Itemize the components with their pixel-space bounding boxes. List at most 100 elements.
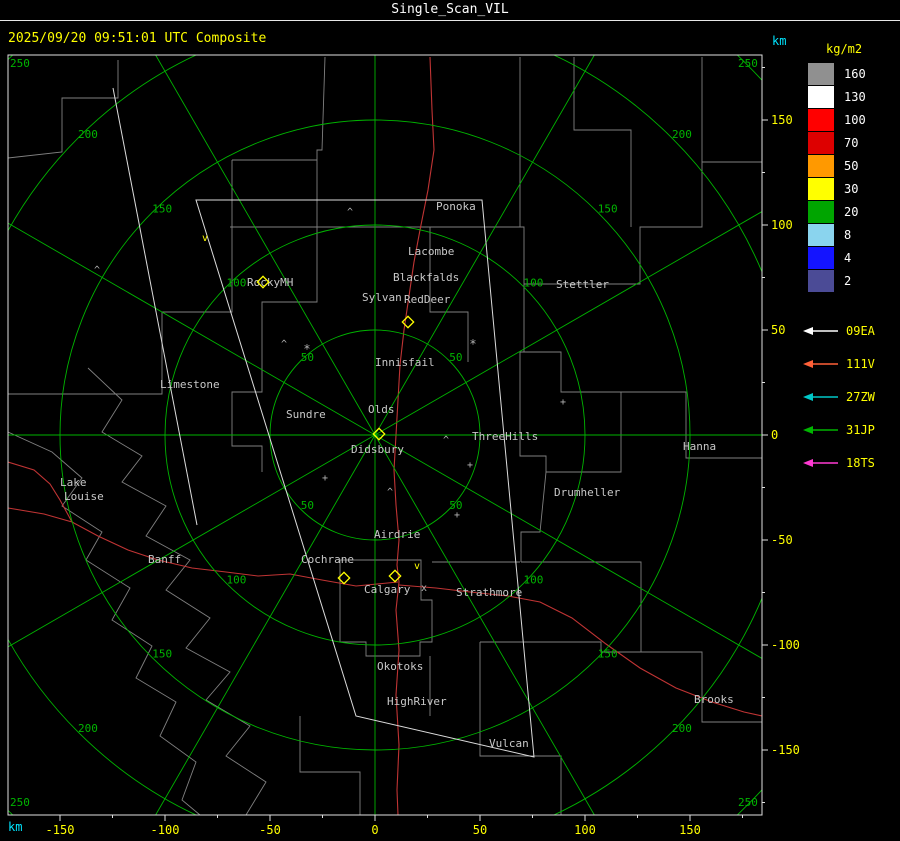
colorbar-entry: 4 [802,246,898,269]
site-legend-row: 111V [802,347,898,380]
city-label: Strathmore [456,586,522,599]
svg-text:50: 50 [449,351,462,364]
colorbar-entry: 20 [802,200,898,223]
caret-marker: ^ [443,435,449,446]
colorbar-value-label: 70 [844,135,859,150]
city-label: Drumheller [554,486,621,499]
colorbar-swatch [808,200,834,223]
colorbar-value-label: 130 [844,89,866,104]
y-tick-label: -50 [771,533,793,547]
v-marker: v [414,561,420,572]
colorbar-value-label: 20 [844,204,859,219]
site-arrow-icon [803,425,838,434]
city-label: Sundre [286,408,326,421]
caret-marker: ^ [347,207,353,218]
v-marker: v [202,233,208,244]
city-label: Olds [368,403,395,416]
city-label: RedDeer [404,293,451,306]
city-label: Lacombe [408,245,454,258]
plus-marker: + [560,397,566,408]
city-label: Ponoka [436,200,476,213]
city-label: Calgary [364,583,411,596]
colorbar-swatch [808,154,834,177]
svg-text:150: 150 [598,648,618,661]
svg-text:100: 100 [227,573,247,586]
city-label: Hanna [683,440,716,453]
plus-marker: + [454,510,460,521]
map-layers: 50 5050 50100 100100 100150 150150 150200 20020… [8,55,762,815]
point-markers: v v ^ ^ ^ ^ ^ + + + + * * x [94,207,566,594]
colorbar-entry: 50 [802,154,898,177]
x-tick-label: 100 [574,823,596,837]
city-label: ThreeHills [472,430,538,443]
y-tick-label: 150 [771,113,793,127]
city-label: Didsbury [351,443,404,456]
colorbar-value-label: 30 [844,181,859,196]
colorbar-value-label: 4 [844,250,852,265]
site-arrow-icon [803,458,838,467]
site-id-label: 111V [846,356,875,371]
svg-text:200: 200 [78,722,98,735]
svg-text:100: 100 [227,277,247,290]
site-legend-row: 09EA [802,314,898,347]
svg-text:150: 150 [152,648,172,661]
site-legend-row: 27ZW [802,380,898,413]
city-label: Stettler [556,278,609,291]
caret-marker: ^ [281,339,287,350]
colorbar-swatch [808,108,834,131]
legend-panel: kg/m2 160 130 100 70 50 30 20 8 4 2 09EA 111V 27ZW 3… [802,42,898,479]
city-label: Okotoks [377,660,423,673]
city-label: Lake [60,476,87,489]
svg-text:250: 250 [10,57,30,70]
svg-text:100: 100 [523,277,543,290]
city-label: Limestone [160,378,220,391]
radar-site-legend: 09EA 111V 27ZW 31JP 18TS [802,314,898,479]
highways [8,56,762,815]
colorbar-value-label: 2 [844,273,852,288]
svg-text:250: 250 [10,796,30,809]
y-tick-label: 50 [771,323,785,337]
plus-marker: + [467,460,473,471]
city-labels: Ponoka Lacombe Blackfalds Sylvan RedDeer Rock… [60,200,734,750]
city-label: Blackfalds [393,271,459,284]
azimuth-lines [8,55,762,815]
colorbar: 160 130 100 70 50 30 20 8 4 2 [802,62,898,292]
range-rings [8,55,762,815]
colorbar-unit-label: kg/m2 [826,42,863,56]
star-marker: * [469,337,476,351]
x-tick-label: -100 [151,823,180,837]
city-label: Sylvan [362,291,402,304]
city-label: Louise [64,490,104,503]
radar-map-display[interactable]: 50 5050 50100 100100 100150 150150 150200 20020… [0,0,900,841]
svg-text:200: 200 [78,128,98,141]
y-tick-label: 0 [771,428,778,442]
caret-marker: ^ [94,265,100,276]
colorbar-value-label: 8 [844,227,852,242]
colorbar-swatch [808,246,834,269]
site-id-label: 18TS [846,455,875,470]
x-marker: x [421,583,427,594]
city-label: Innisfail [375,356,435,369]
y-tick-label: -100 [771,638,800,652]
svg-text:100: 100 [523,573,543,586]
y-tick-label: -150 [771,743,800,757]
site-id-label: 27ZW [846,389,875,404]
x-tick-label: 0 [371,823,378,837]
svg-text:200: 200 [672,722,692,735]
x-tick-label: -150 [46,823,75,837]
site-legend-row: 18TS [802,446,898,479]
colorbar-swatch [808,62,834,85]
svg-text:50: 50 [301,499,314,512]
star-marker: * [303,342,310,356]
city-label: Banff [148,553,181,566]
svg-text:200: 200 [672,128,692,141]
city-label: Cochrane [301,553,354,566]
city-label: RockyMH [247,276,293,289]
colorbar-swatch [808,85,834,108]
city-label: Vulcan [489,737,529,750]
svg-text:150: 150 [152,202,172,215]
colorbar-value-label: 100 [844,112,866,127]
colorbar-entry: 2 [802,269,898,292]
y-tick-label: 100 [771,218,793,232]
county-boundaries [8,56,762,815]
